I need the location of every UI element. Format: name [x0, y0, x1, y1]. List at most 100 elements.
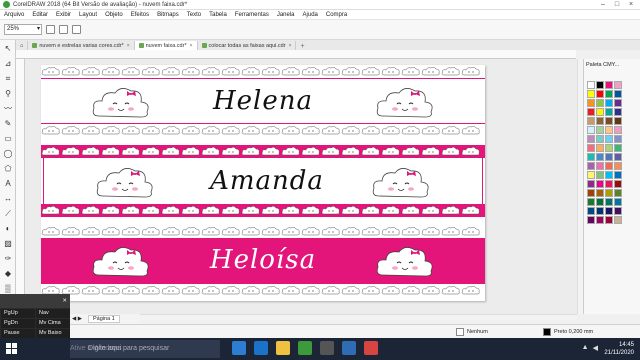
- menu-item-exibir[interactable]: Exibir: [56, 12, 71, 18]
- color-swatch[interactable]: [605, 162, 613, 170]
- color-swatch[interactable]: [605, 207, 613, 215]
- color-swatch[interactable]: [587, 180, 595, 188]
- color-swatch[interactable]: [596, 216, 604, 224]
- document-tab[interactable]: colocar todas as faixas aqui.cdr ×: [198, 41, 297, 50]
- menu-item-editar[interactable]: Editar: [32, 12, 48, 18]
- color-swatch[interactable]: [587, 90, 595, 98]
- color-swatch[interactable]: [614, 108, 622, 116]
- network-icon[interactable]: ▲: [582, 344, 589, 352]
- color-swatch[interactable]: [587, 207, 595, 215]
- page-nav-arrows[interactable]: ◀ ▶: [72, 316, 82, 322]
- color-swatch[interactable]: [605, 144, 613, 152]
- volume-icon[interactable]: ◀: [593, 344, 598, 352]
- polygon-icon[interactable]: ⬠: [3, 164, 13, 174]
- color-swatch[interactable]: [596, 171, 604, 179]
- home-tab-icon[interactable]: ⌂: [16, 41, 29, 50]
- color-swatch[interactable]: [605, 135, 613, 143]
- color-swatch[interactable]: [614, 198, 622, 206]
- color-swatch[interactable]: [587, 135, 595, 143]
- store-icon[interactable]: [320, 341, 334, 355]
- drop-shadow-icon[interactable]: ◐: [3, 224, 13, 234]
- color-swatch[interactable]: [587, 189, 595, 197]
- key-pgup[interactable]: PgUp: [1, 309, 35, 318]
- color-swatch[interactable]: [596, 81, 604, 89]
- transparency-icon[interactable]: ▨: [3, 239, 13, 249]
- parallel-dimension-icon[interactable]: ↔: [3, 194, 13, 204]
- tab-close-icon[interactable]: ×: [127, 43, 130, 49]
- color-swatch[interactable]: [596, 144, 604, 152]
- taskview-icon[interactable]: [232, 341, 246, 355]
- color-eyedropper-icon[interactable]: ✑: [3, 254, 13, 264]
- menu-item-texto[interactable]: Texto: [187, 12, 201, 18]
- color-swatch[interactable]: [605, 81, 613, 89]
- color-swatch[interactable]: [614, 81, 622, 89]
- color-swatch[interactable]: [605, 180, 613, 188]
- color-swatch[interactable]: [587, 153, 595, 161]
- color-swatch[interactable]: [614, 216, 622, 224]
- coreldraw-taskbar-icon[interactable]: [298, 341, 312, 355]
- clock[interactable]: 14:45 21/11/2020: [604, 341, 634, 357]
- name-strip[interactable]: Helena: [41, 65, 485, 137]
- color-swatch[interactable]: [596, 108, 604, 116]
- color-swatch[interactable]: [614, 153, 622, 161]
- color-swatch[interactable]: [587, 108, 595, 116]
- color-swatch[interactable]: [605, 171, 613, 179]
- horizontal-ruler[interactable]: [16, 50, 576, 59]
- new-tab-icon[interactable]: +: [296, 43, 308, 50]
- color-swatch[interactable]: [596, 90, 604, 98]
- color-swatch[interactable]: [614, 99, 622, 107]
- pick-icon[interactable]: ↖: [3, 44, 13, 54]
- color-swatch[interactable]: [587, 81, 595, 89]
- color-swatch[interactable]: [605, 198, 613, 206]
- chrome-icon[interactable]: [364, 341, 378, 355]
- close-icon[interactable]: ×: [624, 0, 638, 10]
- mail-icon[interactable]: [342, 341, 356, 355]
- interactive-fill-icon[interactable]: ◆: [3, 269, 13, 279]
- document-tab[interactable]: nuvem faixa.cdr* ×: [134, 41, 198, 50]
- file-explorer-icon[interactable]: [276, 341, 290, 355]
- color-swatch[interactable]: [587, 171, 595, 179]
- shape-icon[interactable]: ⊿: [3, 59, 13, 69]
- color-swatch[interactable]: [614, 126, 622, 134]
- zoom-out-icon[interactable]: [59, 25, 68, 34]
- color-swatch[interactable]: [614, 90, 622, 98]
- menu-item-ferramentas[interactable]: Ferramentas: [235, 12, 269, 18]
- color-swatch[interactable]: [605, 189, 613, 197]
- minimize-icon[interactable]: –: [596, 0, 610, 10]
- color-swatch[interactable]: [596, 99, 604, 107]
- color-swatch[interactable]: [596, 117, 604, 125]
- color-swatch[interactable]: [596, 180, 604, 188]
- color-swatch[interactable]: [596, 153, 604, 161]
- drawing-canvas[interactable]: Helena Amanda Heloísa: [25, 59, 577, 314]
- horizontal-scrollbar[interactable]: [140, 314, 577, 320]
- color-swatch[interactable]: [605, 90, 613, 98]
- key-mvbaixo[interactable]: Mv Baixo: [36, 329, 70, 338]
- color-swatch[interactable]: [605, 216, 613, 224]
- menu-item-tabela[interactable]: Tabela: [209, 12, 227, 18]
- zoom-in-icon[interactable]: [46, 25, 55, 34]
- color-swatch[interactable]: [614, 171, 622, 179]
- keyboard-close-icon[interactable]: ✕: [62, 298, 67, 304]
- menu-item-compra[interactable]: Compra: [326, 12, 347, 18]
- color-swatch[interactable]: [605, 117, 613, 125]
- connector-icon[interactable]: ⟋: [3, 209, 13, 219]
- crop-icon[interactable]: ⌗: [3, 74, 13, 84]
- key-pgdn[interactable]: PgDn: [1, 319, 35, 328]
- freehand-icon[interactable]: 〰: [3, 104, 13, 114]
- color-swatch[interactable]: [614, 207, 622, 215]
- maximize-icon[interactable]: □: [610, 0, 624, 10]
- name-strip[interactable]: Amanda: [41, 145, 485, 217]
- color-swatch[interactable]: [587, 162, 595, 170]
- color-swatch[interactable]: [596, 135, 604, 143]
- page-tab[interactable]: Página 1: [88, 315, 120, 323]
- color-swatch[interactable]: [587, 144, 595, 152]
- artistic-media-icon[interactable]: ✎: [3, 119, 13, 129]
- color-swatch[interactable]: [596, 189, 604, 197]
- color-swatch[interactable]: [614, 117, 622, 125]
- color-swatch[interactable]: [596, 198, 604, 206]
- tab-close-icon[interactable]: ×: [190, 43, 193, 49]
- rectangle-icon[interactable]: ▭: [3, 134, 13, 144]
- color-swatch[interactable]: [614, 180, 622, 188]
- color-swatch[interactable]: [596, 207, 604, 215]
- page-fit-icon[interactable]: [72, 25, 81, 34]
